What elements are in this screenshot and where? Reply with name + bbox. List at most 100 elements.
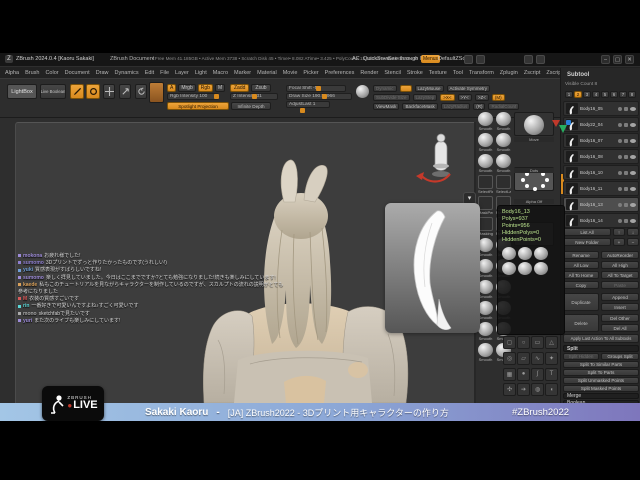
brush-edit-icon[interactable] <box>624 138 628 143</box>
move-up-button[interactable]: ↑ <box>613 228 625 236</box>
cylinder-icon[interactable]: ▭ <box>531 336 544 349</box>
subtool-row[interactable]: Body16_13 <box>563 197 639 212</box>
quick-brush[interactable]: Smooth <box>478 259 494 278</box>
toolbar-chip[interactable]: (R) <box>473 103 486 110</box>
quicksave-button[interactable]: QuickSave <box>363 56 390 62</box>
toolbar-chip[interactable]: RadialCount <box>488 103 520 110</box>
groups-split-button[interactable]: Groups Split <box>601 353 639 360</box>
disc-icon[interactable]: ◍ <box>531 383 544 397</box>
plane-icon[interactable]: ▱ <box>517 351 530 365</box>
polypaint-icon[interactable] <box>618 122 622 127</box>
mesh-preview-panel[interactable] <box>385 203 480 333</box>
quick-brush[interactable]: Smooth <box>496 112 512 131</box>
delete-button[interactable]: Delete <box>563 314 599 332</box>
axis-indicator[interactable] <box>552 119 572 137</box>
current-brush-tile[interactable] <box>149 82 164 103</box>
toolbar-chip[interactable]: Activate Symmetry <box>446 85 491 92</box>
subtool-row[interactable]: Body16_11 <box>563 181 639 196</box>
menu-item[interactable]: Dynamics <box>115 70 139 76</box>
polypaint-icon[interactable] <box>618 138 622 143</box>
polypaint-icon[interactable] <box>618 154 622 159</box>
quick-brush[interactable]: Smooth <box>496 154 512 173</box>
eye-icon[interactable] <box>630 154 636 159</box>
all-to-home-button[interactable]: All To Home <box>563 271 599 279</box>
subtool-row[interactable]: Body16_08 <box>563 149 639 164</box>
menu-item[interactable]: Preferences <box>325 70 355 76</box>
subtool-tab[interactable]: 1 <box>565 91 573 98</box>
toolbar-chip[interactable]: BackfaceMask <box>402 103 438 110</box>
menu-item[interactable]: Stroke <box>407 70 423 76</box>
subtool-panel-title[interactable]: Subtool <box>567 72 589 78</box>
subtool-row[interactable]: Body16_14 <box>563 213 639 228</box>
adjust-last-slider[interactable]: AdjustLast 1 <box>286 101 330 108</box>
split-unmasked-points-button[interactable]: Split Unmasked Points <box>563 377 639 384</box>
subtool-tab[interactable]: 5 <box>601 91 609 98</box>
live-boolean-button[interactable]: Live Boolean <box>40 84 66 99</box>
menu-item[interactable]: Render <box>360 70 378 76</box>
quick-brush[interactable]: Smooth <box>496 133 512 152</box>
menu-item[interactable]: Alpha <box>5 70 19 76</box>
list-all-button[interactable]: List All <box>563 228 611 236</box>
eye-icon[interactable] <box>630 122 636 127</box>
rename-button[interactable]: Rename <box>563 251 599 259</box>
menu-item[interactable]: Tool <box>453 70 463 76</box>
curve-icon[interactable]: ∫ <box>531 367 544 381</box>
zsphere-icon[interactable]: ● <box>517 367 530 381</box>
menu-item[interactable]: Movie <box>283 70 298 76</box>
menu-item[interactable]: Light <box>195 70 207 76</box>
menu-item[interactable]: Color <box>45 70 58 76</box>
menu-item[interactable]: Picker <box>303 70 318 76</box>
menu-item[interactable]: Material <box>257 70 277 76</box>
toolbar-chip[interactable]: LazyStep <box>412 94 438 101</box>
menu-item[interactable]: Macro <box>213 70 228 76</box>
brush-edit-icon[interactable] <box>624 218 628 223</box>
rotate-button[interactable] <box>135 84 147 99</box>
brush-thumbnail[interactable] <box>502 247 516 260</box>
auto-reorder-button[interactable]: AutoReorder <box>601 251 639 259</box>
quick-brush[interactable]: Smooth <box>478 322 494 341</box>
quick-brush[interactable]: Masking <box>478 217 494 236</box>
brush-edit-icon[interactable] <box>624 122 628 127</box>
toolbar-chip[interactable] <box>399 85 412 92</box>
paste-button[interactable]: Paste <box>601 281 639 289</box>
toolbar-chip[interactable]: >Z< <box>474 94 489 101</box>
toolbar-chip[interactable]: >Y< <box>457 94 472 101</box>
brush-thumbnail[interactable] <box>518 247 532 260</box>
menu-item[interactable]: Marker <box>234 70 251 76</box>
star-icon[interactable]: ✦ <box>545 351 558 365</box>
merge-section-header[interactable]: Merge <box>563 393 639 399</box>
ac-label[interactable]: AC <box>352 56 360 62</box>
draw-mode-button[interactable] <box>86 84 100 99</box>
lightbox-button[interactable]: LightBox <box>7 84 37 99</box>
folder-add-icon[interactable]: + <box>613 238 625 246</box>
mode-chip[interactable]: Rgb <box>197 84 213 92</box>
quick-brush[interactable]: SelectRe <box>478 175 494 194</box>
restore-button[interactable]: ▢ <box>613 55 622 64</box>
menu-item[interactable]: Texture <box>429 70 447 76</box>
menu-item[interactable]: Stencil <box>384 70 401 76</box>
subtool-row[interactable]: Body16_05 <box>563 101 639 116</box>
append-button[interactable]: Append <box>601 293 639 301</box>
current-brush-slot[interactable] <box>514 112 554 136</box>
toolbar-chip[interactable]: SubDivide Size <box>373 94 410 101</box>
brush-thumbnail[interactable] <box>502 262 516 275</box>
material-preview-sphere[interactable] <box>356 85 369 98</box>
draw-size-slider[interactable]: Draw Size 190.58966 <box>286 93 352 100</box>
apply-last-action-button[interactable]: Apply Last Action To All Subtools <box>563 334 639 343</box>
gear-icon[interactable]: ✣ <box>503 383 516 397</box>
minimize-button[interactable]: – <box>601 55 610 64</box>
brush-thumbnail[interactable] <box>534 247 548 260</box>
eye-icon[interactable] <box>630 202 636 207</box>
mode-chip[interactable]: Mrgb <box>178 84 196 92</box>
sphere-icon[interactable]: ○ <box>517 336 530 349</box>
subtool-tab[interactable]: 4 <box>592 91 600 98</box>
quick-brush[interactable]: MaskPen <box>478 196 494 215</box>
brush-thumbnail[interactable] <box>518 262 532 275</box>
rgb-intensity-slider[interactable]: Rgb Intensity 100 <box>167 93 219 100</box>
subtool-tab[interactable]: 6 <box>610 91 618 98</box>
insert-button[interactable]: Insert <box>601 303 639 311</box>
del-other-button[interactable]: Del Other <box>601 314 639 322</box>
all-to-target-button[interactable]: All To Target <box>601 271 639 279</box>
eye-icon[interactable] <box>630 186 636 191</box>
mode-chip[interactable]: A <box>167 84 177 92</box>
